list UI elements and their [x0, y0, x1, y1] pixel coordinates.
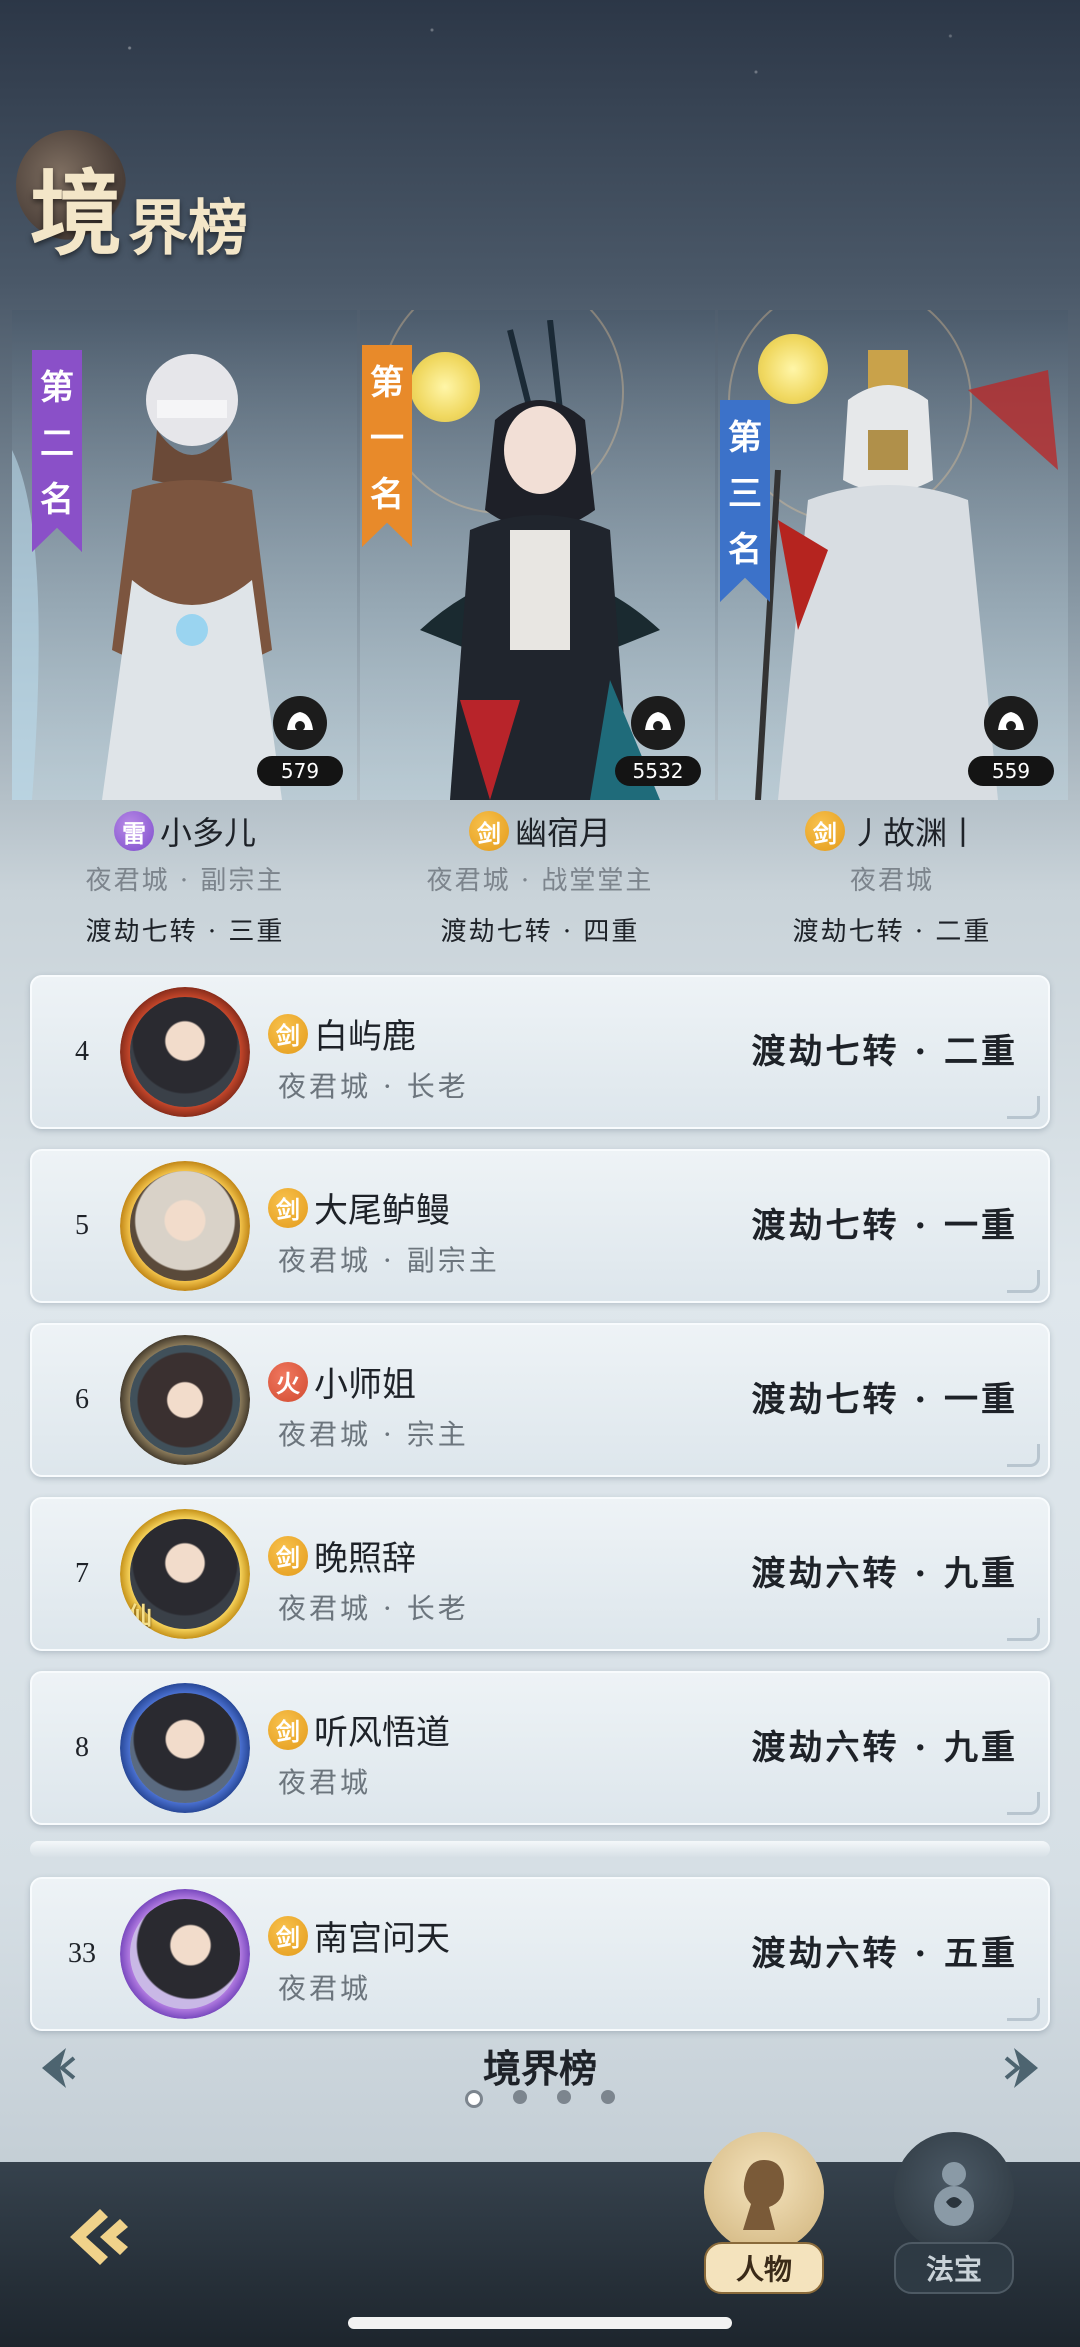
player-sect: 夜君城: [278, 1766, 372, 1799]
element-badge-sword: 剑: [268, 1915, 308, 1956]
rank-number: 8: [75, 1732, 89, 1763]
rank-ribbon-second: 第二名: [32, 350, 82, 552]
player-sect: 夜君城 · 战堂堂主: [426, 866, 654, 896]
element-badge-sword: 剑: [268, 1013, 308, 1054]
avatar[interactable]: [120, 1683, 250, 1813]
ranking-row[interactable]: 6 火小师姐 夜君城 · 宗主 渡劫七转 · 一重: [30, 1323, 1050, 1477]
like-count: 5532: [615, 756, 701, 786]
player-sect: 夜君城 · 长老: [278, 1592, 469, 1625]
list-divider: [30, 1841, 1050, 1857]
player-name: 大尾鲈鳗: [314, 1191, 450, 1231]
player-realm: 渡劫六转 · 五重: [751, 1934, 1018, 1974]
player-realm: 渡劫七转 · 三重: [85, 917, 285, 947]
avatar[interactable]: [120, 1335, 250, 1465]
player-realm: 渡劫六转 · 九重: [751, 1554, 1018, 1594]
character-icon: [704, 2132, 824, 2252]
self-ranking-row[interactable]: 33 剑南宫问天 夜君城 渡劫六转 · 五重: [30, 1877, 1050, 2031]
player-name: 幽宿月: [514, 814, 611, 852]
player-sect: 夜君城 · 副宗主: [85, 866, 285, 896]
rank-number: 6: [75, 1384, 89, 1415]
player-sect: 夜君城 · 副宗主: [278, 1244, 500, 1277]
element-badge-fire: 火: [268, 1361, 308, 1402]
avatar[interactable]: [120, 987, 250, 1117]
tab-character[interactable]: 人物: [694, 2132, 834, 2294]
ranking-row[interactable]: 4 剑白屿鹿 夜君城 · 长老 渡劫七转 · 二重: [30, 975, 1050, 1129]
player-realm: 渡劫七转 · 二重: [792, 917, 992, 947]
page-title-main: 境: [30, 160, 123, 268]
podium-third[interactable]: 第三名 559: [718, 310, 1068, 800]
player-sect: 夜君城: [278, 1972, 372, 2005]
player-name: 听风悟道: [314, 1713, 450, 1753]
element-badge-sword: 剑: [468, 811, 509, 851]
rank-number: 4: [75, 1036, 89, 1067]
like-badge[interactable]: 579: [257, 696, 343, 786]
gourd-icon: [894, 2132, 1014, 2252]
pager-title: 境界榜: [482, 2046, 597, 2091]
player-name: 南宫问天: [314, 1919, 450, 1959]
like-badge[interactable]: 559: [968, 696, 1054, 786]
next-page-button[interactable]: [992, 2038, 1052, 2098]
back-button[interactable]: [50, 2187, 150, 2287]
tab-treasure-label: 法宝: [893, 2242, 1014, 2294]
player-name: 晚照辞: [314, 1539, 416, 1579]
like-icon: [984, 696, 1038, 750]
like-badge[interactable]: 5532: [615, 696, 701, 786]
tab-treasure[interactable]: 法宝: [884, 2132, 1024, 2294]
like-count: 559: [968, 756, 1054, 786]
podium-second[interactable]: 第二名 579: [12, 310, 357, 800]
home-indicator[interactable]: [348, 2317, 732, 2329]
player-sect: 夜君城: [849, 866, 934, 896]
player-name: 丿故渊丨: [850, 814, 979, 852]
page-title: 境 界榜: [16, 130, 249, 273]
rank-number: 7: [75, 1558, 89, 1589]
avatar[interactable]: 仙: [120, 1509, 250, 1639]
page-title-sub: 界榜: [128, 194, 249, 264]
avatar[interactable]: [120, 1161, 250, 1291]
page-dot[interactable]: [601, 2090, 615, 2104]
ranking-row[interactable]: 7 仙 剑晚照辞 夜君城 · 长老 渡劫六转 · 九重: [30, 1497, 1050, 1651]
element-badge-sword: 剑: [268, 1535, 308, 1576]
player-realm: 渡劫六转 · 九重: [751, 1728, 1018, 1768]
rank-ribbon-third: 第三名: [720, 400, 770, 602]
element-badge-sword: 剑: [804, 811, 845, 851]
player-name: 白屿鹿: [314, 1017, 416, 1057]
ranking-row[interactable]: 5 剑大尾鲈鳗 夜君城 · 副宗主 渡劫七转 · 一重: [30, 1149, 1050, 1303]
element-badge-thunder: 雷: [113, 811, 154, 851]
rank-number: 33: [68, 1938, 96, 1969]
element-badge-sword: 剑: [268, 1709, 308, 1750]
page-dot[interactable]: [557, 2090, 571, 2104]
player-realm: 渡劫七转 · 一重: [751, 1206, 1018, 1246]
page-indicator: [0, 2090, 1080, 2108]
rank-number: 5: [75, 1210, 89, 1241]
avatar[interactable]: [120, 1889, 250, 2019]
bottom-bar: 人物 法宝: [0, 2132, 1080, 2347]
ranking-row[interactable]: 8 剑听风悟道 夜君城 渡劫六转 · 九重: [30, 1671, 1050, 1825]
player-name: 小师姐: [314, 1365, 416, 1405]
podium-second-info[interactable]: 雷小多儿 夜君城 · 副宗主 渡劫七转 · 三重: [35, 808, 335, 948]
like-icon: [273, 696, 327, 750]
like-icon: [631, 696, 685, 750]
player-realm: 渡劫七转 · 四重: [440, 917, 640, 947]
player-name: 小多儿: [159, 814, 256, 852]
player-sect: 夜君城 · 长老: [278, 1070, 469, 1103]
tab-character-label: 人物: [703, 2242, 824, 2294]
ranking-list[interactable]: 4 剑白屿鹿 夜君城 · 长老 渡劫七转 · 二重 5 剑大尾鲈鳗 夜君城 · …: [30, 975, 1050, 2051]
page-dot[interactable]: [465, 2090, 483, 2108]
podium-third-info[interactable]: 剑丿故渊丨 夜君城 渡劫七转 · 二重: [742, 808, 1042, 948]
player-sect: 夜君城 · 宗主: [278, 1418, 469, 1451]
podium-first[interactable]: 第一名 5532: [360, 310, 715, 800]
arrow-right-icon: [1004, 2048, 1038, 2088]
player-realm: 渡劫七转 · 一重: [751, 1380, 1018, 1420]
pager: 境界榜: [0, 2030, 1080, 2110]
podium-first-info[interactable]: 剑幽宿月 夜君城 · 战堂堂主 渡劫七转 · 四重: [390, 808, 690, 948]
rank-ribbon-first: 第一名: [362, 345, 412, 547]
player-realm: 渡劫七转 · 二重: [751, 1032, 1018, 1072]
like-count: 579: [257, 756, 343, 786]
page-dot[interactable]: [513, 2090, 527, 2104]
element-badge-sword: 剑: [268, 1187, 308, 1228]
back-arrow-icon: [70, 2209, 128, 2265]
avatar-tag: 仙: [128, 1601, 152, 1630]
